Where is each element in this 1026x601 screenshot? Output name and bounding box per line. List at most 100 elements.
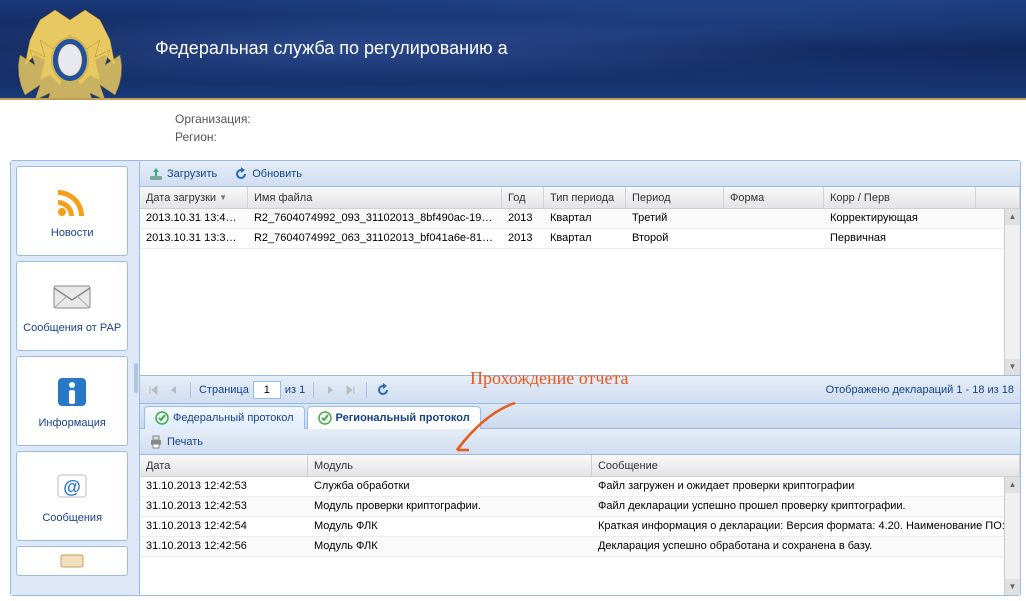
cell-ptype: Квартал [544, 209, 626, 228]
col-header-file[interactable]: Имя файла [248, 187, 502, 208]
load-label: Загрузить [167, 168, 217, 180]
cell-ptype: Квартал [544, 229, 626, 248]
refresh-button[interactable]: Обновить [229, 164, 306, 184]
cell-period: Третий [626, 209, 724, 228]
bottom-panel: Печать Дата Модуль Сообщение 31.10.2013 … [140, 429, 1020, 595]
prev-page-button[interactable] [166, 382, 182, 398]
col-header-ptype[interactable]: Тип периода [544, 187, 626, 208]
cell-date: 2013.10.31 13:42:49 [140, 209, 248, 228]
printer-icon [148, 434, 164, 450]
upload-icon [148, 166, 164, 182]
scrollbar[interactable] [1004, 477, 1020, 595]
reload-button[interactable] [375, 382, 391, 398]
check-icon [155, 411, 169, 425]
table-row[interactable]: 31.10.2013 12:42:53 Модуль проверки крип… [140, 497, 1020, 517]
tabs: Федеральный протокол Региональный проток… [140, 403, 1020, 429]
page-of-label: из 1 [285, 384, 305, 396]
table-row[interactable]: 31.10.2013 12:42:54 Модуль ФЛК Краткая и… [140, 517, 1020, 537]
cell-file: R2_7604074992_063_31102013_bf041a6e-815b… [248, 229, 502, 248]
first-page-button[interactable] [146, 382, 162, 398]
tab-label: Региональный протокол [336, 412, 470, 424]
col-header-date[interactable]: Дата загрузки ▼ [140, 187, 248, 208]
at-icon: @ [52, 467, 92, 507]
sidebar-item-info[interactable]: Информация [16, 356, 128, 446]
splitter[interactable] [133, 161, 139, 595]
table-row[interactable]: 2013.10.31 13:38:31 R2_7604074992_063_31… [140, 229, 1020, 249]
col-header-bmodule[interactable]: Модуль [308, 455, 592, 476]
grid-body: 2013.10.31 13:42:49 R2_7604074992_093_31… [140, 209, 1020, 375]
cell: 31.10.2013 12:42:53 [140, 477, 308, 496]
col-header-period[interactable]: Период [626, 187, 724, 208]
info-bar: Организация: Регион: [0, 100, 1026, 156]
cell-form [724, 209, 824, 228]
page-label: Страница [199, 384, 249, 396]
cell: Модуль ФЛК [308, 517, 592, 536]
table-row[interactable]: 31.10.2013 12:42:56 Модуль ФЛК Деклараци… [140, 537, 1020, 557]
sidebar-item-messages[interactable]: @ Сообщения [16, 451, 128, 541]
col-header-year[interactable]: Год [502, 187, 544, 208]
cell: 31.10.2013 12:42:54 [140, 517, 308, 536]
org-label: Организация: [175, 110, 1026, 128]
region-label: Регион: [175, 128, 1026, 146]
cell-file: R2_7604074992_093_31102013_8bf490ac-1929… [248, 209, 502, 228]
sidebar-item-extra[interactable] [16, 546, 128, 576]
header-title: Федеральная служба по регулированию а [155, 38, 508, 59]
cell: Файл декларации успешно прошел проверку … [592, 497, 1020, 516]
sidebar-item-rar-messages[interactable]: Сообщения от РАР [16, 261, 128, 351]
header-background [0, 0, 1026, 98]
separator [366, 382, 367, 398]
cell-corr: Корректирующая [824, 209, 976, 228]
table-row[interactable]: 31.10.2013 12:42:53 Служба обработки Фай… [140, 477, 1020, 497]
sidebar-item-label: Информация [39, 417, 106, 430]
sidebar-item-label: Сообщения [42, 512, 102, 525]
scrollbar[interactable] [1004, 209, 1020, 375]
cell-corr: Первичная [824, 229, 976, 248]
col-header-spacer [976, 187, 1020, 208]
sidebar-item-news[interactable]: Новости [16, 166, 128, 256]
last-page-button[interactable] [342, 382, 358, 398]
extra-icon [57, 552, 87, 570]
top-toolbar: Загрузить Обновить [140, 161, 1020, 187]
table-row[interactable]: 2013.10.31 13:42:49 R2_7604074992_093_31… [140, 209, 1020, 229]
sidebar-item-label: Сообщения от РАР [23, 322, 121, 335]
tab-regional[interactable]: Региональный протокол [307, 406, 481, 429]
col-header-corr[interactable]: Корр / Перв [824, 187, 976, 208]
cell-year: 2013 [502, 229, 544, 248]
emblem-icon [10, 5, 130, 100]
rss-icon [52, 182, 92, 222]
cell: Краткая информация о декларации: Версия … [592, 517, 1020, 536]
pager: Страница из 1 Отображено деклараций 1 - … [140, 375, 1020, 403]
bottom-grid-body: 31.10.2013 12:42:53 Служба обработки Фай… [140, 477, 1020, 595]
print-label: Печать [167, 436, 203, 448]
separator [313, 382, 314, 398]
cell-date: 2013.10.31 13:38:31 [140, 229, 248, 248]
check-icon [318, 411, 332, 425]
envelope-icon [52, 277, 92, 317]
load-button[interactable]: Загрузить [144, 164, 221, 184]
svg-text:@: @ [63, 477, 81, 497]
cell-form [724, 229, 824, 248]
cell: 31.10.2013 12:42:56 [140, 537, 308, 556]
col-header-form[interactable]: Форма [724, 187, 824, 208]
sidebar-item-label: Новости [51, 227, 94, 240]
info-icon [52, 372, 92, 412]
col-header-bmsg[interactable]: Сообщение [592, 455, 1020, 476]
main-panel: Новости Сообщения от РАР Информация @ Со… [10, 160, 1021, 596]
app-header: Федеральная служба по регулированию а [0, 0, 1026, 100]
col-header-bdate[interactable]: Дата [140, 455, 308, 476]
cell: Модуль проверки криптографии. [308, 497, 592, 516]
content-area: Загрузить Обновить Дата загрузки ▼ Имя ф… [139, 161, 1020, 595]
refresh-label: Обновить [252, 168, 302, 180]
print-button[interactable]: Печать [144, 432, 207, 452]
next-page-button[interactable] [322, 382, 338, 398]
tab-federal[interactable]: Федеральный протокол [144, 406, 305, 429]
cell: 31.10.2013 12:42:53 [140, 497, 308, 516]
cell: Файл загружен и ожидает проверки криптог… [592, 477, 1020, 496]
cell: Модуль ФЛК [308, 537, 592, 556]
sidebar: Новости Сообщения от РАР Информация @ Со… [11, 161, 133, 595]
cell-year: 2013 [502, 209, 544, 228]
cell-period: Второй [626, 229, 724, 248]
page-input[interactable] [253, 381, 281, 399]
grid-header: Дата загрузки ▼ Имя файла Год Тип период… [140, 187, 1020, 209]
cell: Служба обработки [308, 477, 592, 496]
